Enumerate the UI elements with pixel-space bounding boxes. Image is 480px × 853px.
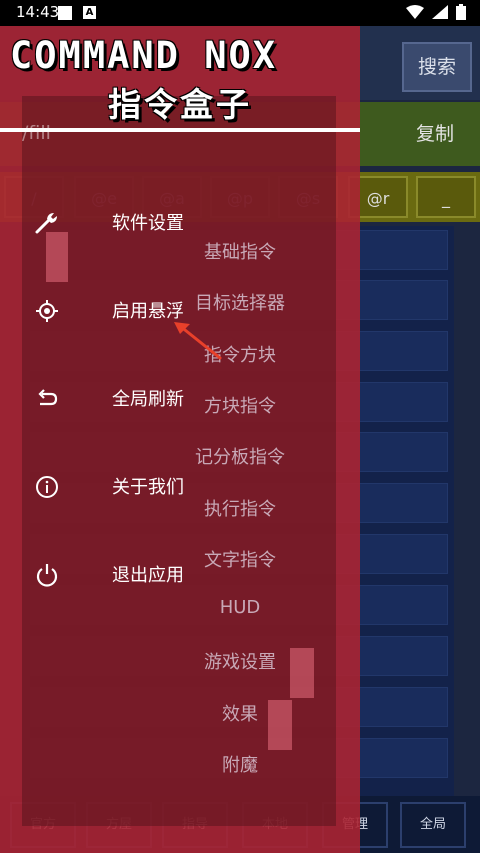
navigation-drawer: [0, 26, 360, 853]
drawer-divider: [0, 128, 360, 132]
status-icons: [406, 4, 466, 20]
command-category: 效果: [222, 704, 258, 725]
app-notification-icon: A: [83, 6, 96, 19]
drawer-item-settings[interactable]: 软件设置: [0, 198, 360, 246]
drawer-item-label: 全局刷新: [112, 389, 184, 410]
search-button[interactable]: 搜索: [402, 42, 472, 92]
drawer-item-label: 关于我们: [112, 477, 184, 498]
notification-icon: [58, 6, 72, 20]
app-logo-title: COMMAND NOX: [10, 34, 278, 77]
power-icon: [36, 564, 58, 587]
drawer-item-about[interactable]: 关于我们: [0, 462, 360, 510]
copy-button[interactable]: 复制: [402, 110, 468, 158]
command-category: HUD: [219, 597, 261, 618]
target-icon: [36, 300, 58, 322]
status-bar: 14:43 A: [0, 0, 480, 26]
wrench-icon: [35, 213, 57, 234]
undo-icon: [38, 389, 58, 406]
command-category: 附魔: [222, 755, 258, 776]
signal-icon: [432, 5, 448, 19]
tab-global[interactable]: 全局: [400, 802, 466, 848]
command-category: 游戏设置: [204, 652, 276, 673]
selector-button[interactable]: _: [416, 176, 476, 218]
drawer-item-refresh[interactable]: 全局刷新: [0, 374, 360, 422]
annotation-arrow: [174, 322, 222, 360]
app-logo-subtitle: 指令盒子: [108, 85, 252, 124]
wifi-icon: [406, 5, 424, 19]
battery-icon: [456, 4, 466, 20]
drawer-item-exit[interactable]: 退出应用: [0, 550, 360, 598]
info-icon: [36, 476, 58, 498]
drawer-item-label: 软件设置: [112, 213, 184, 234]
status-time: 14:43: [16, 3, 60, 21]
drawer-item-label: 退出应用: [112, 565, 184, 586]
